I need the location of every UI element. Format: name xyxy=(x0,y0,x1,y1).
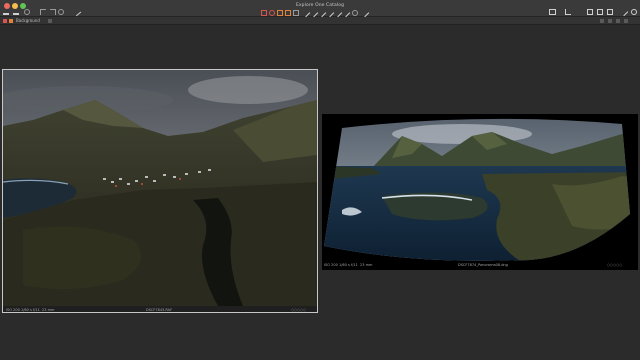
window-title: Explore One Catalog xyxy=(295,3,345,8)
rating-stars-icon[interactable]: ○○○○○ xyxy=(291,308,306,312)
meta-aperture: f/11 xyxy=(351,263,358,267)
filename-label: DSCF7874_Panorama08.dng xyxy=(458,263,508,267)
annotate-tool-icon[interactable] xyxy=(360,8,370,18)
add-layer-icon[interactable] xyxy=(48,18,52,23)
edit-icon[interactable] xyxy=(619,7,629,17)
line-tool-icon[interactable] xyxy=(72,7,82,17)
photo-landscape xyxy=(3,70,317,306)
settings-icon[interactable] xyxy=(631,9,637,15)
grid-view-icon[interactable] xyxy=(587,9,593,15)
meta-focal: 23 mm xyxy=(42,308,55,312)
viewer-secondary[interactable]: ISO 200 1/60 s f/11 23 mm DSCF7874_Panor… xyxy=(322,114,638,270)
undo-icon[interactable] xyxy=(40,9,46,15)
viewer-icon[interactable] xyxy=(549,9,556,15)
picker-tool-icon[interactable] xyxy=(352,10,358,16)
browser-icon[interactable] xyxy=(607,9,613,15)
crop-tool-icon[interactable] xyxy=(261,10,267,16)
zoom-fit-icon[interactable] xyxy=(600,18,604,23)
meta-iso: ISO 200 xyxy=(324,263,338,267)
keystone-tool-icon[interactable] xyxy=(285,10,291,16)
layer-name[interactable]: Background xyxy=(16,18,40,23)
warning-icon[interactable] xyxy=(565,9,571,15)
meta-shutter: 1/60 s xyxy=(339,263,350,267)
layer-color-icon[interactable] xyxy=(3,18,7,23)
app-toolbar: Explore One Catalog xyxy=(0,0,640,18)
filename-label: DSCF7843.RAF xyxy=(146,308,173,312)
reset-icon[interactable] xyxy=(58,9,64,15)
meta-shutter: 1/60 s xyxy=(21,308,32,312)
meta-iso: ISO 200 xyxy=(6,308,20,312)
meta-aperture: f/11 xyxy=(33,308,40,312)
clone-tool-icon[interactable] xyxy=(341,8,351,18)
zoom-100-icon[interactable] xyxy=(608,18,612,23)
spot-tool-icon[interactable] xyxy=(293,10,299,16)
pan-tool-icon[interactable] xyxy=(269,10,275,16)
import-icon[interactable] xyxy=(3,9,9,15)
compare-icon[interactable] xyxy=(597,9,603,15)
proof-icon[interactable] xyxy=(616,18,620,23)
clipping-icon[interactable] xyxy=(624,18,628,23)
photo-panorama xyxy=(324,118,630,261)
rating-stars-icon[interactable]: ○○○○○ xyxy=(607,263,622,267)
redo-icon[interactable] xyxy=(50,9,56,15)
rotate-tool-icon[interactable] xyxy=(277,10,283,16)
layer-mask-icon[interactable] xyxy=(9,18,13,23)
viewer-primary[interactable]: ISO 200 1/60 s f/11 23 mm DSCF7843.RAF ○… xyxy=(2,69,318,313)
layers-bar: Background xyxy=(0,17,640,25)
export-icon[interactable] xyxy=(13,9,19,15)
meta-focal: 23 mm xyxy=(360,263,373,267)
capture-icon[interactable] xyxy=(24,9,30,15)
